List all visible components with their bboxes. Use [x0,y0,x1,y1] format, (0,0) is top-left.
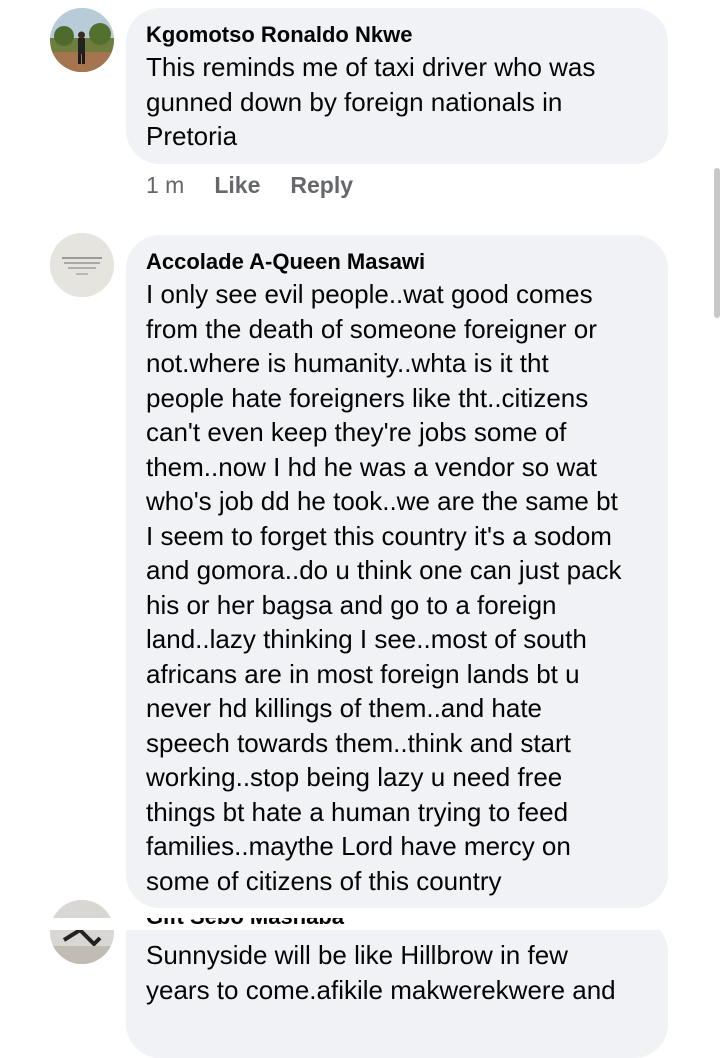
profile-photo-icon [50,8,114,72]
comment-bubble[interactable]: Kgomotso Ronaldo Nkwe This reminds me of… [126,8,668,164]
scrollbar[interactable] [714,168,720,318]
comment-author[interactable]: Gift Sebo Mashaba [146,918,546,932]
comment-text: Sunnyside will be like Hillbrow in few y… [146,940,616,1005]
reply-button[interactable]: Reply [290,172,353,199]
profile-photo-icon [50,233,114,297]
avatar[interactable] [50,8,114,72]
avatar[interactable] [50,900,114,964]
comment-author[interactable]: Accolade A-Queen Masawi [146,247,648,277]
like-button[interactable]: Like [214,172,260,199]
comment-bubble[interactable]: Gift Sebo Mashaba Sunnyside will be like… [126,918,668,1058]
comment-actions: 1 m Like Reply [146,172,353,199]
comment-bubble[interactable]: Accolade A-Queen Masawi I only see evil … [126,235,668,908]
profile-photo-icon [50,900,114,964]
comment-author[interactable]: Kgomotso Ronaldo Nkwe [146,20,648,50]
comment-author-clipped: Gift Sebo Mashaba [146,918,546,932]
avatar[interactable] [50,233,114,297]
comment-timestamp[interactable]: 1 m [146,172,184,199]
comment-text: This reminds me of taxi driver who was g… [146,52,596,151]
comment-text: I only see evil people..wat good comes f… [146,279,622,896]
